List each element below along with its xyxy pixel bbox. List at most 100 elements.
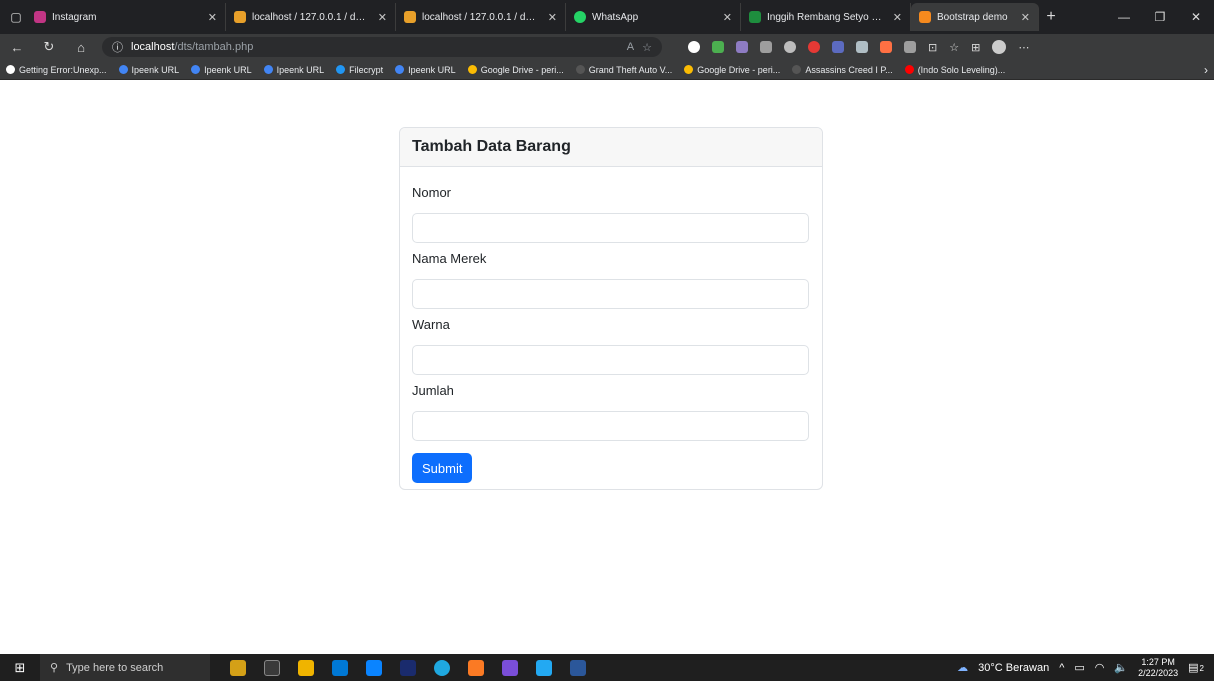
- tab-title: localhost / 127.0.0.1 / db_vs: [252, 11, 368, 23]
- extension-icon[interactable]: [712, 41, 724, 53]
- site-icon: [792, 65, 802, 74]
- xampp-icon: [919, 11, 931, 23]
- bookmark-item[interactable]: Google Drive - peri...: [684, 65, 780, 75]
- mail-icon[interactable]: [366, 659, 382, 676]
- tab-whatsapp[interactable]: WhatsApp ✕: [566, 3, 741, 31]
- favorites-icon[interactable]: ☆: [949, 41, 959, 54]
- read-aloud-icon[interactable]: A: [627, 41, 634, 53]
- task-view-icon[interactable]: [264, 659, 280, 676]
- tab-bootstrap-demo[interactable]: Bootstrap demo ✕: [911, 3, 1039, 31]
- media-app-icon[interactable]: [400, 659, 416, 676]
- weather-icon[interactable]: ☁: [957, 661, 968, 674]
- filecrypt-icon: [336, 65, 346, 74]
- vscode-icon[interactable]: [536, 659, 552, 676]
- window-controls: — ❐ ✕: [1106, 10, 1214, 24]
- nomor-label: Nomor: [412, 185, 452, 200]
- close-tab-icon[interactable]: ✕: [208, 11, 217, 24]
- extension-icon[interactable]: [688, 41, 700, 53]
- clock[interactable]: 1:27 PM 2/22/2023: [1138, 657, 1178, 679]
- warna-input[interactable]: [412, 345, 809, 375]
- nama-merek-label: Nama Merek: [412, 251, 487, 266]
- nama-merek-input[interactable]: [412, 279, 809, 309]
- bookmark-item[interactable]: Ipeenk URL: [191, 65, 252, 75]
- bookmark-item[interactable]: Google Drive - peri...: [467, 65, 564, 75]
- tab-google-drive[interactable]: Inggih Rembang Setyo - Go ✕: [741, 3, 911, 31]
- weather-text[interactable]: 30°C Berawan: [978, 662, 1049, 674]
- bookmark-item[interactable]: Filecrypt: [336, 65, 383, 75]
- bookmark-item[interactable]: (Indo Solo Leveling)...: [904, 65, 1005, 75]
- volume-icon[interactable]: 🔈: [1114, 661, 1128, 674]
- battery-icon[interactable]: ▭: [1074, 661, 1084, 674]
- form-card: Tambah Data Barang Nomor Nama Merek Warn…: [399, 127, 823, 490]
- jumlah-input[interactable]: [412, 411, 809, 441]
- chevron-up-icon[interactable]: ^: [1059, 662, 1064, 674]
- git-icon[interactable]: [502, 659, 518, 676]
- extension-icon[interactable]: [880, 41, 892, 53]
- close-tab-icon[interactable]: ✕: [723, 11, 732, 24]
- tab-phpmyadmin-2[interactable]: localhost / 127.0.0.1 / db_vs ✕: [396, 3, 566, 31]
- profile-avatar[interactable]: [992, 40, 1007, 54]
- system-tray: ☁ 30°C Berawan ^ ▭ ◠ 🔈 1:27 PM 2/22/2023…: [957, 657, 1214, 679]
- notification-icon[interactable]: ▤2: [1188, 661, 1204, 674]
- link-icon: [395, 65, 405, 74]
- extension-icon[interactable]: [832, 41, 844, 53]
- lamp-icon[interactable]: [230, 659, 246, 676]
- split-screen-icon[interactable]: ⊡: [928, 41, 937, 54]
- tab-instagram[interactable]: Instagram ✕: [26, 3, 226, 31]
- tab-title: Bootstrap demo: [937, 11, 1008, 23]
- clock-date: 2/22/2023: [1138, 667, 1179, 678]
- bookmark-item[interactable]: Ipeenk URL: [263, 65, 324, 75]
- new-tab-icon[interactable]: +: [1039, 8, 1063, 26]
- bookmarks-bar: Getting Error:Unexp... Ipeenk URL Ipeenk…: [0, 60, 1214, 80]
- close-tab-icon[interactable]: ✕: [548, 11, 557, 24]
- back-icon[interactable]: ←: [6, 40, 28, 55]
- google-drive-icon: [684, 65, 694, 74]
- nomor-input[interactable]: [412, 213, 809, 243]
- minimize-icon[interactable]: —: [1106, 10, 1142, 24]
- edge-icon[interactable]: [434, 659, 450, 676]
- more-options-icon[interactable]: ⋯: [1018, 41, 1029, 54]
- favorite-star-icon[interactable]: ☆: [642, 41, 652, 54]
- url-host: localhost: [131, 41, 175, 53]
- refresh-icon[interactable]: ↻: [38, 39, 60, 55]
- word-icon[interactable]: [570, 659, 586, 676]
- file-explorer-icon[interactable]: [298, 659, 314, 676]
- info-icon[interactable]: ⓘ: [112, 39, 123, 55]
- windows-start-icon[interactable]: ⊞: [0, 660, 40, 676]
- chevron-right-icon[interactable]: ›: [1204, 63, 1208, 77]
- submit-button[interactable]: Submit: [412, 453, 473, 483]
- field-warna: Warna: [412, 317, 810, 375]
- restore-icon[interactable]: ❐: [1142, 10, 1178, 24]
- wifi-icon[interactable]: ◠: [1095, 661, 1105, 674]
- extension-icon[interactable]: [856, 41, 868, 53]
- link-icon: [263, 65, 273, 74]
- close-tab-icon[interactable]: ✕: [893, 11, 902, 24]
- close-window-icon[interactable]: ✕: [1178, 10, 1214, 24]
- extension-icon[interactable]: [808, 41, 820, 53]
- close-tab-icon[interactable]: ✕: [1021, 11, 1030, 24]
- tab-actions-icon[interactable]: ▢: [6, 7, 26, 27]
- puzzle-icon[interactable]: [904, 41, 916, 53]
- github-icon: [6, 65, 15, 74]
- bookmark-item[interactable]: Ipeenk URL: [395, 65, 456, 75]
- browser-tab-strip: ▢ Instagram ✕ localhost / 127.0.0.1 / db…: [0, 0, 1214, 34]
- bookmark-item[interactable]: Ipeenk URL: [118, 65, 179, 75]
- bookmark-item[interactable]: Grand Theft Auto V...: [575, 65, 672, 75]
- close-tab-icon[interactable]: ✕: [378, 11, 387, 24]
- bookmark-item[interactable]: Getting Error:Unexp...: [6, 65, 107, 75]
- store-icon[interactable]: [332, 659, 348, 676]
- bookmark-item[interactable]: Assassins Creed I P...: [792, 65, 893, 75]
- extension-icon[interactable]: [784, 41, 796, 53]
- notification-count: 2: [1199, 664, 1204, 673]
- tab-phpmyadmin-1[interactable]: localhost / 127.0.0.1 / db_vs ✕: [226, 3, 396, 31]
- url-bar[interactable]: ⓘ localhost/dts/tambah.php A ☆: [102, 37, 662, 57]
- extension-icon[interactable]: [760, 41, 772, 53]
- extension-icon[interactable]: [736, 41, 748, 53]
- xampp-icon[interactable]: [468, 659, 484, 676]
- collections-icon[interactable]: ⊞: [971, 41, 980, 54]
- clock-time: 1:27 PM: [1141, 656, 1175, 667]
- taskbar-search[interactable]: ⚲ Type here to search: [40, 654, 210, 681]
- page-content: Tambah Data Barang Nomor Nama Merek Warn…: [0, 80, 1214, 654]
- home-icon[interactable]: ⌂: [70, 40, 92, 55]
- field-nama-merek: Nama Merek: [412, 251, 810, 309]
